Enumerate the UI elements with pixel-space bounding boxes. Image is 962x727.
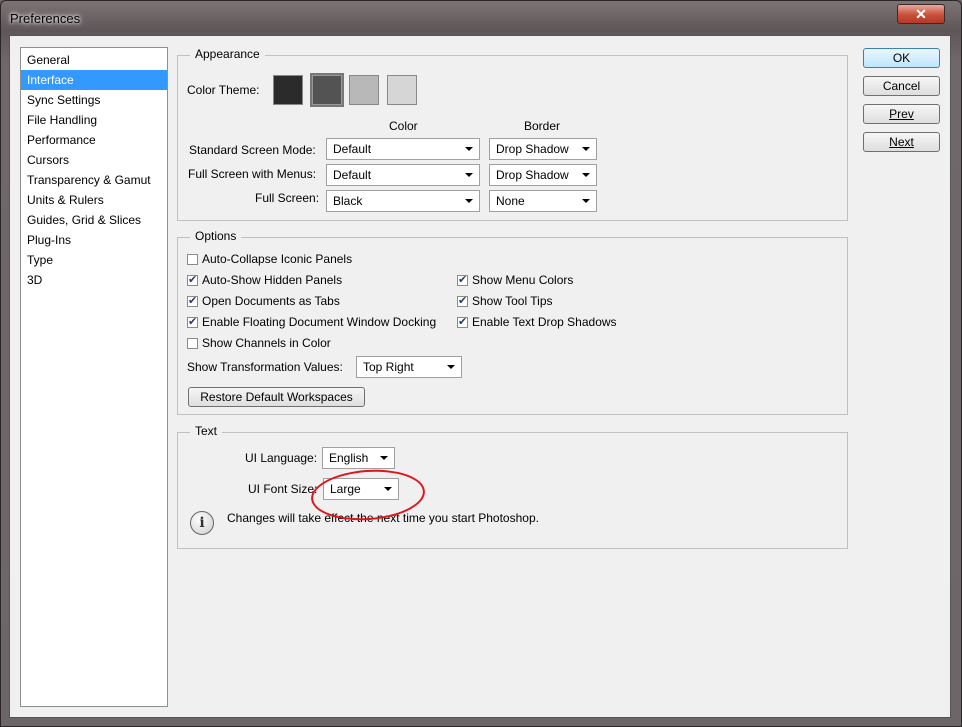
chevron-down-icon: [465, 199, 473, 203]
ui-font-size-select[interactable]: Large: [323, 478, 399, 500]
nav-item-performance[interactable]: Performance: [21, 130, 167, 150]
nav-item-cursors[interactable]: Cursors: [21, 150, 167, 170]
nav-item-plug-ins[interactable]: Plug-Ins: [21, 230, 167, 250]
full-screen-label: Full Screen:: [255, 191, 320, 205]
next-button[interactable]: Next: [863, 132, 940, 152]
dialog-client: General Interface Sync Settings File Han…: [9, 35, 951, 718]
transform-values-select[interactable]: Top Right: [356, 356, 462, 378]
open-tabs-checkbox[interactable]: Open Documents as Tabs: [187, 294, 340, 308]
nav-item-guides-grid[interactable]: Guides, Grid & Slices: [21, 210, 167, 230]
full-screen-border-select[interactable]: None: [489, 190, 597, 212]
nav-item-type[interactable]: Type: [21, 250, 167, 270]
category-list[interactable]: General Interface Sync Settings File Han…: [20, 47, 168, 707]
nav-item-general[interactable]: General: [21, 50, 167, 70]
appearance-group: Appearance Color Theme: Color Border Sta…: [177, 47, 848, 221]
standard-mode-label: Standard Screen Mode:: [189, 143, 316, 157]
close-button[interactable]: ✕: [897, 4, 945, 24]
theme-swatch-1[interactable]: [273, 75, 303, 105]
full-screen-color-select[interactable]: Black: [326, 190, 480, 212]
appearance-title: Appearance: [190, 47, 265, 61]
info-icon: i: [190, 511, 214, 535]
transform-values-label: Show Transformation Values:: [187, 360, 343, 374]
window-title: Preferences: [10, 11, 81, 26]
nav-item-transparency[interactable]: Transparency & Gamut: [21, 170, 167, 190]
auto-collapse-checkbox[interactable]: Auto-Collapse Iconic Panels: [187, 252, 352, 266]
chevron-down-icon: [380, 456, 388, 460]
options-group: Options Auto-Collapse Iconic Panels Auto…: [177, 229, 848, 415]
close-icon: ✕: [915, 5, 927, 22]
standard-mode-color-select[interactable]: Default: [326, 138, 480, 160]
theme-swatch-2[interactable]: [310, 73, 344, 107]
chevron-down-icon: [582, 199, 590, 203]
preferences-window: Preferences ✕ General Interface Sync Set…: [0, 0, 962, 727]
color-column-header: Color: [389, 119, 418, 133]
checkbox-box-checked[interactable]: [187, 315, 198, 328]
text-group: Text UI Language: English UI Font Size: …: [177, 424, 848, 549]
auto-show-checkbox[interactable]: Auto-Show Hidden Panels: [187, 273, 342, 287]
checkbox-box-checked[interactable]: [457, 294, 468, 307]
checkbox-box[interactable]: [187, 254, 198, 265]
prev-button[interactable]: Prev: [863, 104, 940, 124]
checkbox-box-checked[interactable]: [187, 294, 198, 307]
nav-item-3d[interactable]: 3D: [21, 270, 167, 290]
channels-color-checkbox[interactable]: Show Channels in Color: [187, 336, 331, 350]
options-title: Options: [190, 229, 242, 243]
chevron-down-icon: [582, 147, 590, 151]
full-menus-border-select[interactable]: Drop Shadow: [489, 164, 597, 186]
nav-item-units-rulers[interactable]: Units & Rulers: [21, 190, 167, 210]
floating-docking-checkbox[interactable]: Enable Floating Document Window Docking: [187, 315, 436, 329]
nav-item-sync-settings[interactable]: Sync Settings: [21, 90, 167, 110]
ok-button[interactable]: OK: [863, 48, 940, 68]
full-menus-label: Full Screen with Menus:: [188, 167, 317, 181]
text-title: Text: [190, 424, 223, 438]
chevron-down-icon: [384, 487, 392, 491]
tool-tips-checkbox[interactable]: Show Tool Tips: [457, 294, 553, 308]
chevron-down-icon: [465, 173, 473, 177]
theme-swatch-4[interactable]: [387, 75, 417, 105]
chevron-down-icon: [582, 173, 590, 177]
border-column-header: Border: [524, 119, 561, 133]
ui-font-size-label: UI Font Size:: [248, 482, 318, 496]
restore-workspaces-button[interactable]: Restore Default Workspaces: [188, 387, 365, 407]
checkbox-box[interactable]: [187, 338, 198, 349]
chevron-down-icon: [465, 147, 473, 151]
text-shadows-checkbox[interactable]: Enable Text Drop Shadows: [457, 315, 617, 329]
nav-item-file-handling[interactable]: File Handling: [21, 110, 167, 130]
full-menus-color-select[interactable]: Default: [326, 164, 480, 186]
checkbox-box-checked[interactable]: [457, 273, 468, 286]
ui-language-label: UI Language:: [245, 451, 318, 465]
color-theme-label: Color Theme:: [187, 83, 260, 97]
theme-swatch-3[interactable]: [349, 75, 379, 105]
nav-item-interface[interactable]: Interface: [21, 70, 167, 90]
standard-mode-border-select[interactable]: Drop Shadow: [489, 138, 597, 160]
chevron-down-icon: [447, 365, 455, 369]
menu-colors-checkbox[interactable]: Show Menu Colors: [457, 273, 573, 287]
ui-language-select[interactable]: English: [322, 447, 395, 469]
checkbox-box-checked[interactable]: [457, 315, 468, 328]
cancel-button[interactable]: Cancel: [863, 76, 940, 96]
restart-info-message: Changes will take effect the next time y…: [227, 511, 539, 525]
checkbox-box-checked[interactable]: [187, 273, 198, 286]
